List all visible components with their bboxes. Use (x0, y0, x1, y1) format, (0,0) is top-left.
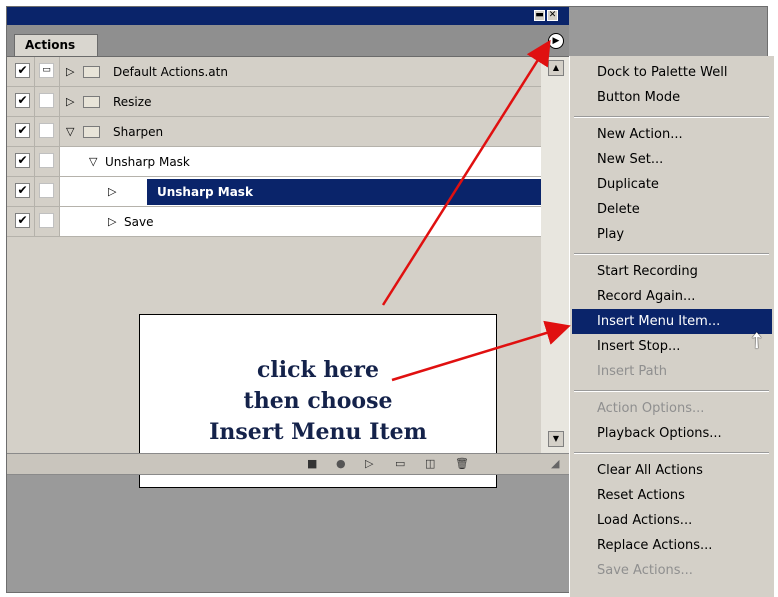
arrow-to-menu-button (381, 39, 551, 306)
arrow-to-insert-menu-item (391, 320, 571, 382)
annotation-arrows (381, 39, 571, 382)
